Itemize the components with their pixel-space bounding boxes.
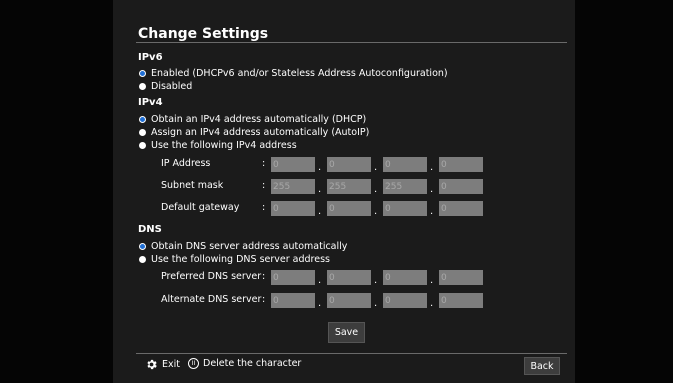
option-label: Obtain DNS server address automatically [151,241,348,252]
subnet-mask-octet-2[interactable] [327,179,371,194]
subnet-mask-octet-3[interactable] [383,179,427,194]
option-label: Assign an IPv4 address automatically (Au… [151,127,370,138]
ipv6-heading: IPv6 [138,52,163,63]
radio-unselected-icon [139,142,146,149]
ipv4-autoip-option[interactable]: Assign an IPv4 address automatically (Au… [139,127,369,138]
option-label: Use the following DNS server address [151,254,330,265]
ipv4-heading: IPv4 [138,97,163,108]
default-gateway-octet-2[interactable] [327,201,371,216]
dns-auto-option[interactable]: Obtain DNS server address automatically [139,241,347,252]
gear-icon [147,359,157,370]
save-button[interactable]: Save [328,322,365,343]
ipv6-enabled-option[interactable]: Enabled (DHCPv6 and/or Stateless Address… [139,68,448,79]
octet-separator: . [374,298,378,309]
colon: : [262,271,266,282]
ip-address-octet-4[interactable] [439,157,483,172]
subnet-mask-label: Subnet mask [161,180,224,191]
octet-separator: . [318,184,322,195]
ipv6-disabled-option[interactable]: Disabled [139,81,192,92]
radio-unselected-icon [139,129,146,136]
octet-separator: . [374,162,378,173]
default-gateway-octet-1[interactable] [271,201,315,216]
dns-manual-option[interactable]: Use the following DNS server address [139,254,330,265]
colon: : [262,294,266,305]
octet-separator: . [318,206,322,217]
alternate-dns-label: Alternate DNS server [161,294,262,305]
preferred-dns-octet-1[interactable] [271,270,315,285]
default-gateway-octet-3[interactable] [383,201,427,216]
alternate-dns-octet-1[interactable] [271,293,315,308]
exit-control[interactable]: Exit [145,358,180,371]
ip-address-octet-1[interactable] [271,157,315,172]
subnet-mask-octet-1[interactable] [271,179,315,194]
radio-unselected-icon [139,256,146,263]
dns-heading: DNS [138,224,162,235]
octet-separator: . [374,184,378,195]
option-label: Disabled [151,81,193,92]
ip-address-octet-3[interactable] [383,157,427,172]
settings-panel: Change Settings IPv6 Enabled (DHCPv6 and… [113,0,575,383]
octet-separator: . [430,206,434,217]
colon: : [262,202,266,213]
octet-separator: . [374,206,378,217]
preferred-dns-octet-4[interactable] [439,270,483,285]
option-label: Use the following IPv4 address [151,140,297,151]
radio-selected-icon [139,70,146,77]
option-label: Enabled (DHCPv6 and/or Stateless Address… [151,68,448,79]
delete-character-label: Delete the character [203,358,302,369]
subnet-mask-octet-4[interactable] [439,179,483,194]
delete-character-control[interactable]: II Delete the character [188,358,301,369]
back-button[interactable]: Back [524,357,560,375]
ipv4-manual-option[interactable]: Use the following IPv4 address [139,140,297,151]
footer-divider [136,353,567,354]
title-divider [136,42,567,43]
octet-separator: . [374,275,378,286]
exit-label: Exit [162,359,180,370]
alternate-dns-octet-4[interactable] [439,293,483,308]
octet-separator: . [318,162,322,173]
page-title: Change Settings [138,26,269,42]
octet-separator: . [430,184,434,195]
alternate-dns-octet-2[interactable] [327,293,371,308]
octet-separator: . [318,298,322,309]
radio-selected-icon [139,116,146,123]
octet-separator: . [430,298,434,309]
default-gateway-label: Default gateway [161,202,240,213]
octet-separator: . [318,275,322,286]
octet-separator: . [430,162,434,173]
ipv4-dhcp-option[interactable]: Obtain an IPv4 address automatically (DH… [139,114,366,125]
preferred-dns-octet-2[interactable] [327,270,371,285]
ip-address-octet-2[interactable] [327,157,371,172]
colon: : [262,158,266,169]
preferred-dns-label: Preferred DNS server [161,271,262,282]
pause-circle-icon: II [188,358,199,369]
default-gateway-octet-4[interactable] [439,201,483,216]
colon: : [262,180,266,191]
ip-address-label: IP Address [161,158,211,169]
radio-selected-icon [139,243,146,250]
option-label: Obtain an IPv4 address automatically (DH… [151,114,367,125]
screen: Change Settings IPv6 Enabled (DHCPv6 and… [0,0,673,383]
alternate-dns-octet-3[interactable] [383,293,427,308]
octet-separator: . [430,275,434,286]
radio-unselected-icon [139,83,146,90]
preferred-dns-octet-3[interactable] [383,270,427,285]
